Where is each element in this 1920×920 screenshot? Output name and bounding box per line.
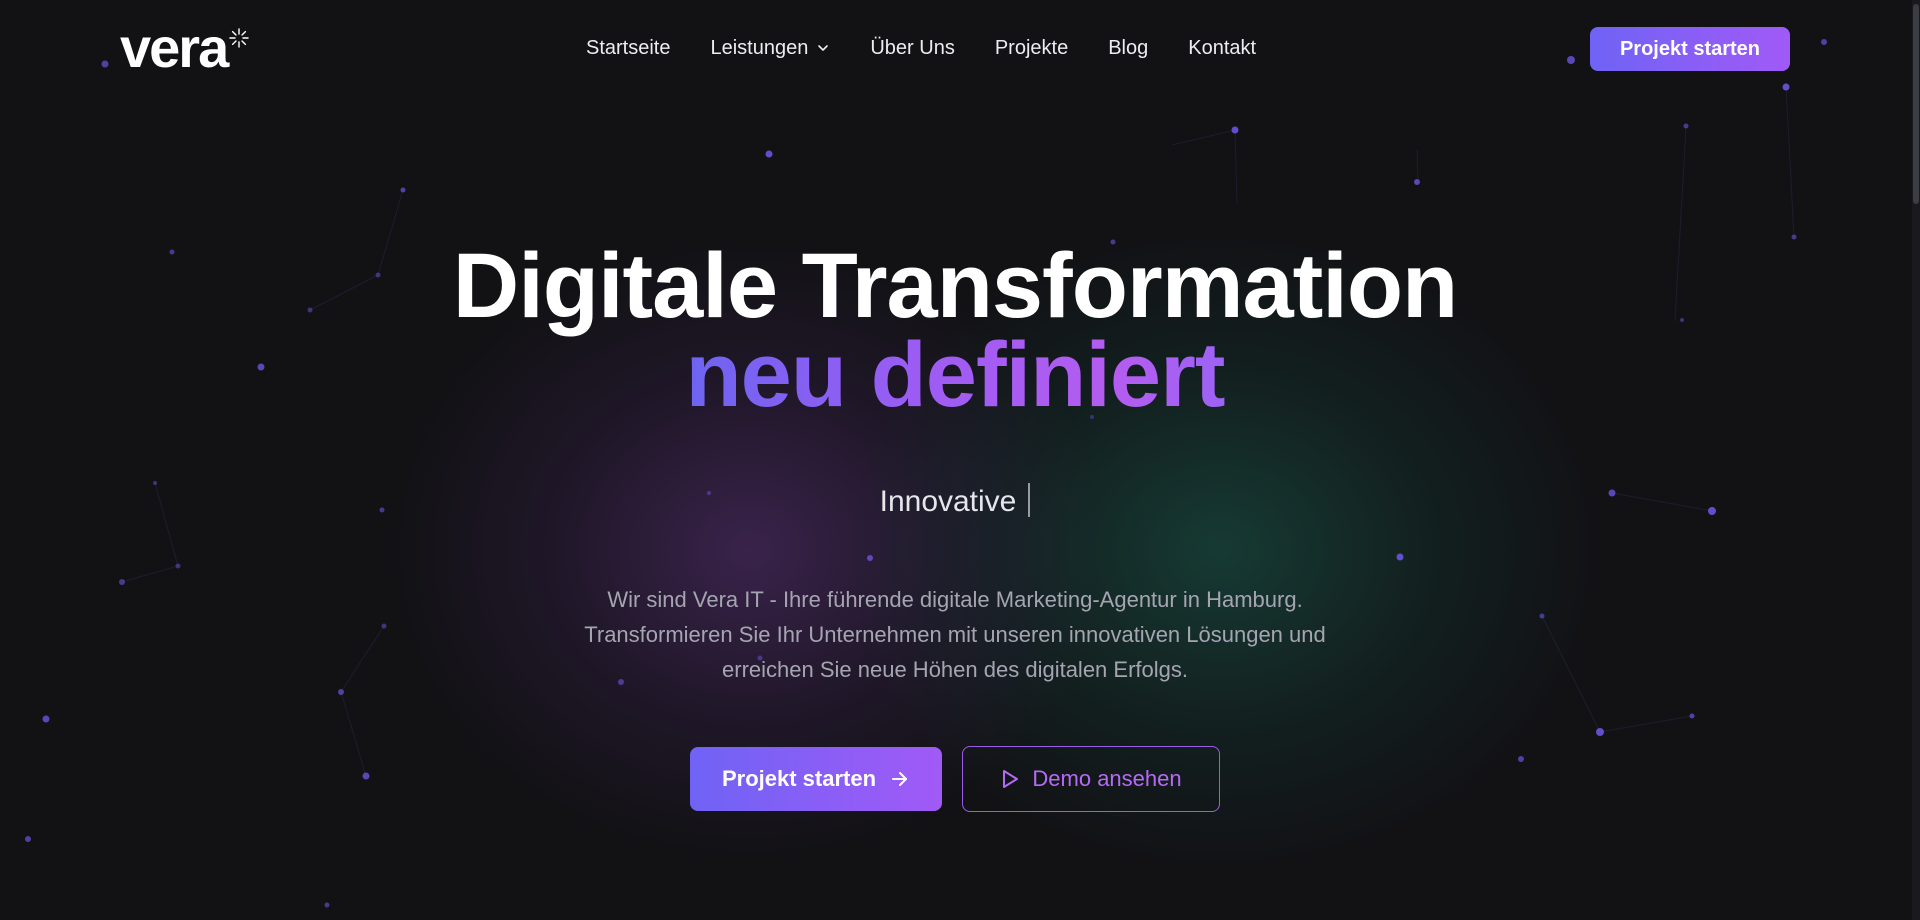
nav-item-label: Startseite: [586, 37, 671, 59]
demo-button-label: Demo ansehen: [1032, 766, 1182, 791]
hero-description-line: Transformieren Sie Ihr Unternehmen mit u…: [584, 622, 1326, 647]
scrollbar-thumb[interactable]: [1913, 4, 1919, 204]
hero-description-line: erreichen Sie neue Höhen des digitalen E…: [722, 657, 1188, 682]
demo-button[interactable]: Demo ansehen: [962, 746, 1220, 812]
typing-word: Innovative: [879, 485, 1017, 518]
typing-text: Innovative: [0, 482, 1910, 522]
hero-title-accent-text: neu definiert: [685, 324, 1225, 426]
nav-item-label: Leistungen: [710, 37, 809, 59]
typing-cursor: [1028, 483, 1031, 517]
nav-item-label: Kontakt: [1188, 37, 1257, 59]
nav-item-kontakt[interactable]: Kontakt: [1188, 36, 1256, 60]
nav-item-projekte[interactable]: Projekte: [995, 36, 1068, 60]
particle-network: [25, 39, 1827, 908]
hero-description: Wir sind Vera IT - Ihre führende digital…: [530, 582, 1380, 687]
logo-text: vera: [120, 16, 229, 79]
scrollbar[interactable]: [1912, 0, 1920, 920]
nav-item-label: Über Uns: [870, 37, 955, 59]
nav-item-label: Blog: [1108, 37, 1149, 59]
main-nav: Startseite Leistungen Über Uns Projekte …: [586, 36, 1256, 60]
nav-item-ueber-uns[interactable]: Über Uns: [870, 36, 954, 60]
nav-item-label: Projekte: [994, 37, 1069, 59]
header-project-start-button[interactable]: Projekt starten: [1590, 27, 1790, 71]
chevron-down-icon: [818, 45, 829, 51]
hero-project-start-label: Projekt starten: [721, 766, 877, 791]
nav-item-leistungen[interactable]: Leistungen: [710, 36, 830, 60]
nav-item-blog[interactable]: Blog: [1108, 36, 1148, 60]
hero-title-accent: neu definiert: [0, 325, 1910, 425]
play-icon: [1003, 770, 1019, 788]
hero-description-line: Wir sind Vera IT - Ihre führende digital…: [607, 587, 1303, 612]
logo[interactable]: vera: [120, 18, 249, 78]
nav-item-startseite[interactable]: Startseite: [586, 36, 670, 60]
arrow-right-icon: [892, 772, 908, 786]
sparkle-icon: [229, 28, 249, 48]
hero-title: Digitale Transformation: [452, 235, 1459, 337]
hero-project-start-button[interactable]: Projekt starten: [690, 747, 942, 811]
